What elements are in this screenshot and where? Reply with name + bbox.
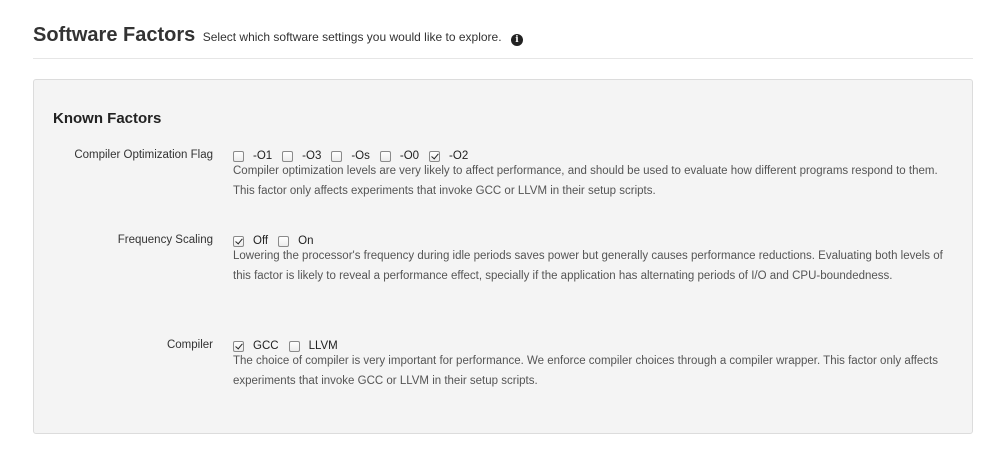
checkbox-off[interactable]: [233, 235, 244, 247]
factor-description: The choice of compiler is very important…: [233, 355, 939, 387]
known-factors-panel: Known Factors Compiler Optimization Flag…: [33, 79, 973, 434]
info-circle-icon[interactable]: i: [511, 34, 523, 46]
factor-description: Lowering the processor's frequency durin…: [233, 250, 943, 282]
factor-description: Compiler optimization levels are very li…: [233, 165, 938, 197]
checkbox-o1[interactable]: [233, 150, 244, 162]
checkbox-gcc[interactable]: [233, 340, 244, 352]
checkbox-llvm[interactable]: [288, 340, 300, 352]
factor-label: Frequency Scaling: [117, 234, 213, 246]
page-title: Software Factors: [33, 24, 196, 46]
checkbox-os[interactable]: [331, 150, 343, 162]
page-header: Software Factors Select which software s…: [33, 24, 973, 59]
factor-label: Compiler Optimization Flag: [74, 149, 213, 161]
factor-label: Compiler: [166, 339, 213, 351]
checkbox-o2[interactable]: [429, 150, 441, 162]
panel-title: Known Factors: [53, 110, 162, 127]
checkbox-o0[interactable]: [379, 150, 391, 162]
checkbox-o3[interactable]: [282, 150, 294, 162]
page-subtitle: Select which software settings you would…: [202, 30, 502, 44]
checkbox-on[interactable]: [278, 235, 290, 247]
